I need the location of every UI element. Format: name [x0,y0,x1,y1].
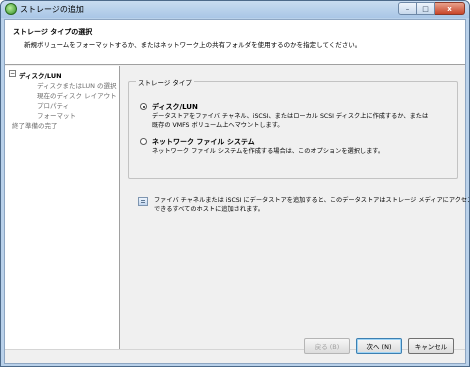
wizard-header: ストレージ タイプの選択 新規ボリュームをフォーマットするか、またはネットワーク… [5,20,465,65]
disk-lun-radio[interactable] [140,103,147,110]
wizard-client-area: ストレージ タイプの選択 新規ボリュームをフォーマットするか、またはネットワーク… [4,19,469,364]
close-button[interactable]: x [435,2,465,15]
step-format[interactable]: フォーマット [37,110,76,120]
collapse-toggle-icon[interactable]: − [9,70,16,77]
step-ready-to-complete[interactable]: 終了準備の完了 [12,120,58,130]
step-properties[interactable]: プロパティ [37,100,69,110]
disk-lun-description-line1: データストアをファイバ チャネル、iSCSI、またはローカル SCSI ディスク… [152,113,429,120]
nfs-description: ネットワーク ファイル システムを作成する場合は、このオプションを選択します。 [152,148,385,155]
step-select-disk[interactable]: ディスクまたはLUN の選択 [37,80,117,90]
page-description: 新規ボリュームをフォーマットするか、またはネットワーク上の共有フォルダを使用する… [24,41,362,49]
info-message: ファイバ チャネルまたは iSCSI にデータストアを追加すると、このデータスト… [154,196,470,214]
step-current-layout[interactable]: 現在のディスク レイアウト [37,90,117,100]
wizard-content: ストレージ タイプ ディスク/LUN データストアをファイバ チャネル、iSCS… [121,66,469,349]
info-icon [138,197,148,206]
add-storage-window: ストレージの追加 – □ x ストレージ タイプの選択 新規ボリュームをフォーマ… [0,0,470,367]
app-icon [5,3,17,15]
info-message-line2: できるすべてのホストに追加されます。 [154,206,264,213]
cancel-button[interactable]: キャンセル [408,338,454,354]
title-bar[interactable]: ストレージの追加 – □ x [1,1,469,18]
next-button[interactable]: 次へ (N) [356,338,402,354]
wizard-steps-panel: − ディスク/LUN ディスクまたはLUN の選択 現在のディスク レイアウト … [5,66,120,349]
storage-type-group: ストレージ タイプ ディスク/LUN データストアをファイバ チャネル、iSCS… [128,77,458,179]
disk-lun-description-line2: 既存の VMFS ボリューム上へマウントします。 [152,122,284,129]
minimize-button[interactable]: – [398,2,417,15]
maximize-button[interactable]: □ [417,2,435,15]
window-title: ストレージの追加 [20,5,84,14]
nfs-radio[interactable] [140,138,147,145]
storage-type-legend: ストレージ タイプ [136,77,194,87]
window-controls: – □ x [398,2,465,15]
nfs-label[interactable]: ネットワーク ファイル システム [152,137,255,147]
step-disk-lun[interactable]: ディスク/LUN [19,70,62,80]
page-title: ストレージ タイプの選択 [13,28,93,36]
disk-lun-label[interactable]: ディスク/LUN [152,102,198,112]
back-button[interactable]: 戻る (B) [304,338,350,354]
info-message-line1: ファイバ チャネルまたは iSCSI にデータストアを追加すると、このデータスト… [154,197,470,204]
